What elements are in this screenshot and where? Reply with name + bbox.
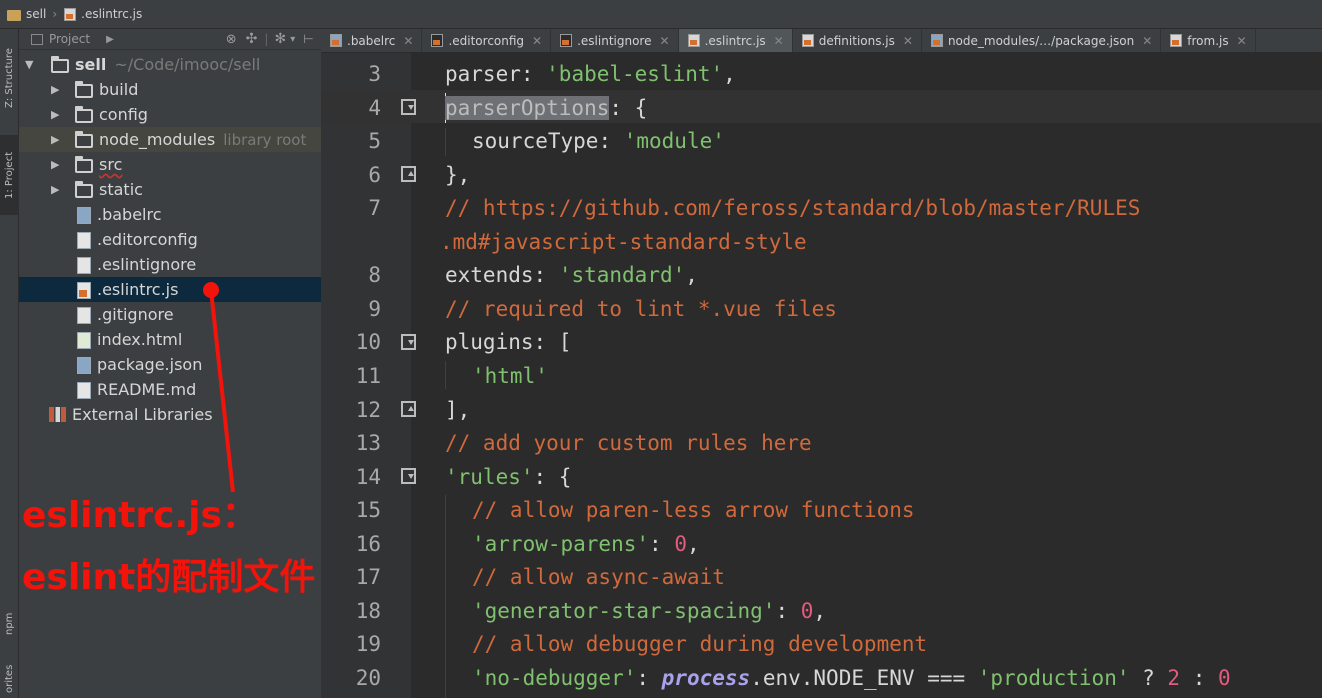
annotation-line-2: eslint的配制文件 xyxy=(22,557,316,598)
annotation-line-1: eslintrc.js： xyxy=(22,495,258,536)
annotation-line xyxy=(209,289,235,493)
